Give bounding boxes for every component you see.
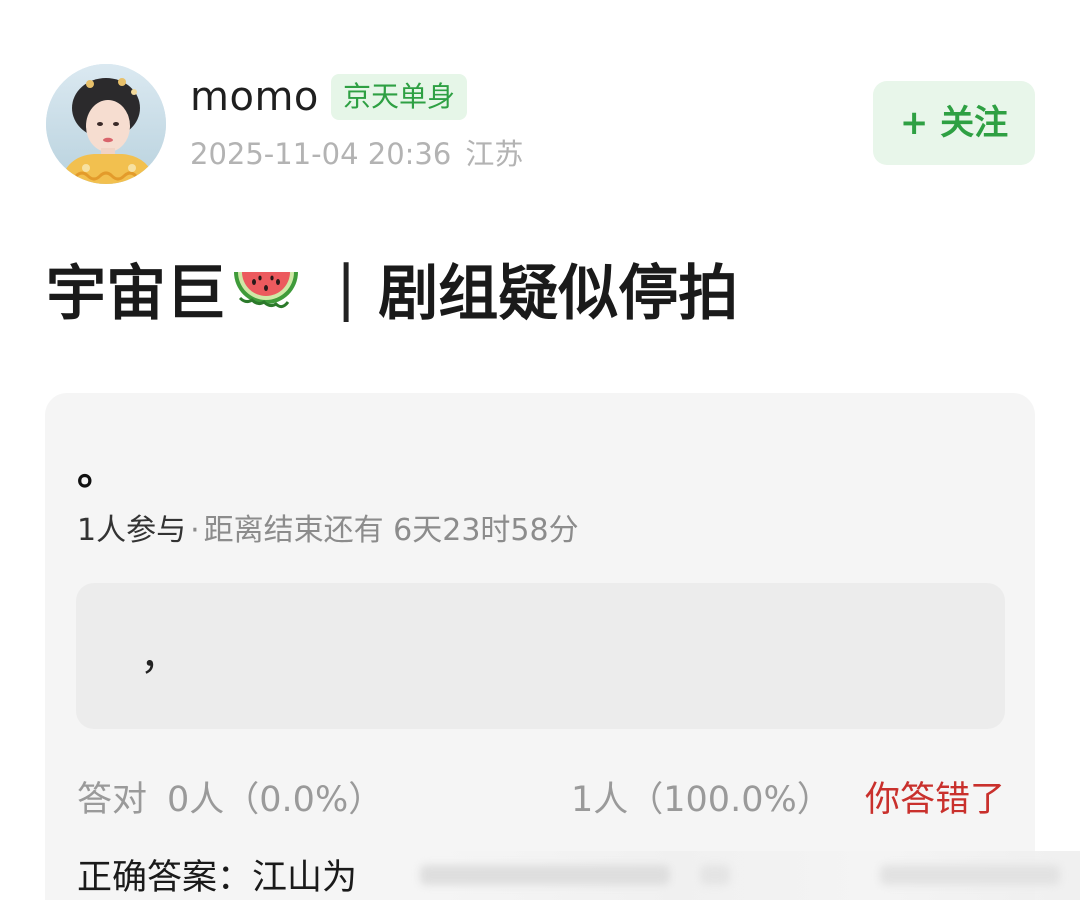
follow-button[interactable]: + 关注: [873, 81, 1035, 165]
vote-stats: 1人参与 · 距离结束还有 6天23时58分: [77, 509, 579, 553]
post-title: 宇宙巨 | 剧组疑似停拍: [46, 250, 738, 329]
vote-option[interactable]: ，: [76, 583, 1005, 729]
post-page: momo 京天单身 2025-11-04 20:36 江苏 + 关注 宇宙巨 | …: [0, 0, 1080, 900]
verdict-text: 你答错了: [864, 780, 1005, 820]
answer-label: 正确答案：: [77, 858, 253, 898]
post-location: 江苏: [465, 137, 524, 171]
vote-title: 。: [77, 448, 117, 494]
vote-countdown: 距离结束还有 6天23时58分: [203, 513, 579, 548]
username[interactable]: momo: [190, 70, 319, 124]
stats-separator: ·: [190, 513, 200, 548]
vote-participants: 1人参与: [77, 513, 187, 548]
title-separator: |: [336, 253, 357, 323]
watermelon-icon: [230, 258, 302, 318]
user-tag-badge: 京天单身: [331, 74, 468, 120]
vote-result-row: 答对 0人（0.0%） 1人（100.0%） 你答错了: [77, 775, 1005, 825]
vote-option-text: ，: [140, 633, 180, 679]
post-meta: 2025-11-04 20:36 江苏: [190, 134, 523, 174]
avatar-image: [46, 64, 166, 184]
post-timestamp: 2025-11-04 20:36: [190, 137, 452, 171]
avatar[interactable]: [46, 64, 166, 184]
blurred-region: [410, 851, 1080, 900]
answer-value: 江山为: [252, 858, 358, 898]
other-count: 1人（100.0%）: [571, 780, 832, 820]
correct-count: 0人（0.0%）: [167, 780, 384, 820]
vote-card: 。 1人参与 · 距离结束还有 6天23时58分 ， 答对 0人（0.0%） 1人（1…: [45, 393, 1035, 900]
post-title-prefix: 宇宙巨: [46, 258, 226, 329]
correct-answer: 正确答案：江山为: [77, 853, 357, 900]
correct-label: 答对: [77, 780, 148, 820]
post-title-suffix: 剧组疑似停拍: [378, 258, 739, 329]
